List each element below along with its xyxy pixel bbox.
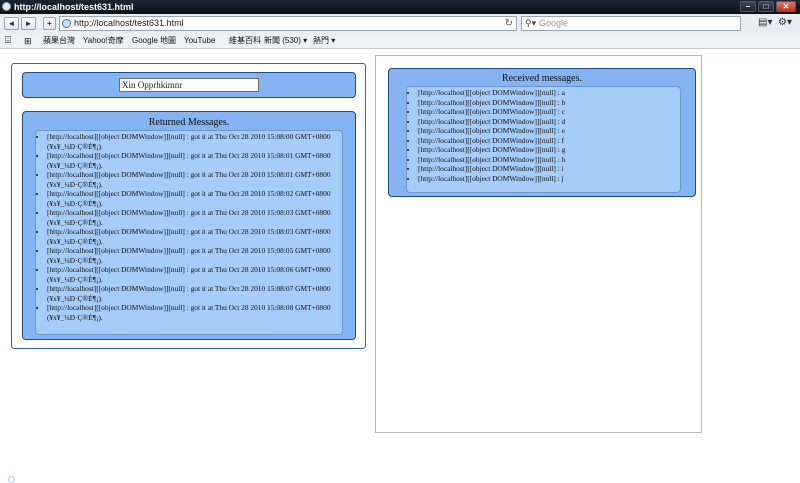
list-item: [http://localhost][[object DOMWindow]][n… [418,174,676,184]
forward-button[interactable]: ► [21,17,36,30]
minimize-button[interactable]: – [740,1,756,12]
back-button[interactable]: ◄ [4,17,19,30]
bookmark-item-apple[interactable]: 蘋果台灣 [43,34,75,48]
returned-messages-list-box: [http://localhost][[object DOMWindow]][n… [35,130,343,335]
new-tab-button[interactable]: + [43,17,56,30]
list-item: [http://localhost][[object DOMWindow]][n… [47,227,338,246]
browser-icon [2,2,11,11]
receiver-iframe: Received messages. [http://localhost][[o… [375,55,702,433]
returned-messages-list: [http://localhost][[object DOMWindow]][n… [36,132,342,322]
list-item: [http://localhost][[object DOMWindow]][n… [47,246,338,265]
search-icon: ⚲▾ [525,18,537,28]
address-bar[interactable]: http://localhost/test631.html ↻ [59,16,517,31]
list-item: [http://localhost][[object DOMWindow]][n… [47,303,338,322]
list-item: [http://localhost][[object DOMWindow]][n… [418,88,676,98]
navigation-toolbar: ◄ ► + http://localhost/test631.html ↻ ⚲▾… [0,14,800,35]
grid-icon[interactable]: ⊞ [24,34,32,48]
sender-frame: Xin Opprhkimnr Returned Messages. [http:… [11,63,366,349]
received-messages-list: [http://localhost][[object DOMWindow]][n… [407,88,680,183]
bookmark-item-google-maps[interactable]: Google 地圖 [132,34,176,48]
maximize-button[interactable]: □ [758,1,774,12]
bookmark-item-yahoo[interactable]: Yahoo!奇摩 [83,34,124,48]
received-messages-list-box: [http://localhost][[object DOMWindow]][n… [406,86,681,193]
page-menu-icon[interactable]: ▤▾ [758,17,772,28]
list-item: [http://localhost][[object DOMWindow]][n… [418,145,676,155]
list-item: [http://localhost][[object DOMWindow]][n… [418,136,676,146]
bookmark-item-wikipedia[interactable]: 維基百科 [229,34,261,48]
bookmarks-bar: ⌹ ⊞ 蘋果台灣 Yahoo!奇摩 Google 地圖 YouTube 維基百科… [0,34,800,49]
returned-messages-title: Returned Messages. [148,117,230,128]
bookmark-item-popular[interactable]: 熱門 ▾ [313,34,335,48]
list-item: [http://localhost][[object DOMWindow]][n… [47,170,338,189]
reload-icon[interactable]: ↻ [505,17,513,30]
received-messages-title: Received messages. [502,73,582,84]
page-content: Xin Opprhkimnr Returned Messages. [http:… [0,49,800,481]
list-item: [http://localhost][[object DOMWindow]][n… [47,265,338,284]
list-item: [http://localhost][[object DOMWindow]][n… [418,164,676,174]
bookmark-item-news[interactable]: 新聞 (530) ▾ [264,34,307,48]
list-item: [http://localhost][[object DOMWindow]][n… [418,107,676,117]
window-title-bar: http://localhost/test631.html – □ ✕ [0,0,800,14]
list-item: [http://localhost][[object DOMWindow]][n… [418,98,676,108]
input-panel: Xin Opprhkimnr [22,72,356,98]
status-loading-icon [8,476,15,483]
window-title: http://localhost/test631.html [14,2,134,12]
search-placeholder: Google [539,18,569,28]
list-item: [http://localhost][[object DOMWindow]][n… [47,189,338,208]
list-item: [http://localhost][[object DOMWindow]][n… [47,151,338,170]
globe-icon [62,19,71,28]
list-item: [http://localhost][[object DOMWindow]][n… [418,155,676,165]
gear-icon[interactable]: ⚙▾ [778,17,792,28]
returned-messages-panel: Returned Messages. [http://localhost][[o… [22,111,356,340]
list-item: [http://localhost][[object DOMWindow]][n… [47,284,338,303]
list-item: [http://localhost][[object DOMWindow]][n… [47,208,338,227]
list-item: [http://localhost][[object DOMWindow]][n… [418,117,676,127]
bookmarks-book-icon[interactable]: ⌹ [5,34,11,48]
received-messages-panel: Received messages. [http://localhost][[o… [388,68,696,197]
search-input[interactable]: ⚲▾ Google [521,16,741,31]
address-url: http://localhost/test631.html [74,18,184,28]
close-button[interactable]: ✕ [776,1,796,12]
bookmark-item-youtube[interactable]: YouTube [184,34,215,48]
message-input[interactable]: Xin Opprhkimnr [119,78,259,92]
list-item: [http://localhost][[object DOMWindow]][n… [47,132,338,151]
list-item: [http://localhost][[object DOMWindow]][n… [418,126,676,136]
